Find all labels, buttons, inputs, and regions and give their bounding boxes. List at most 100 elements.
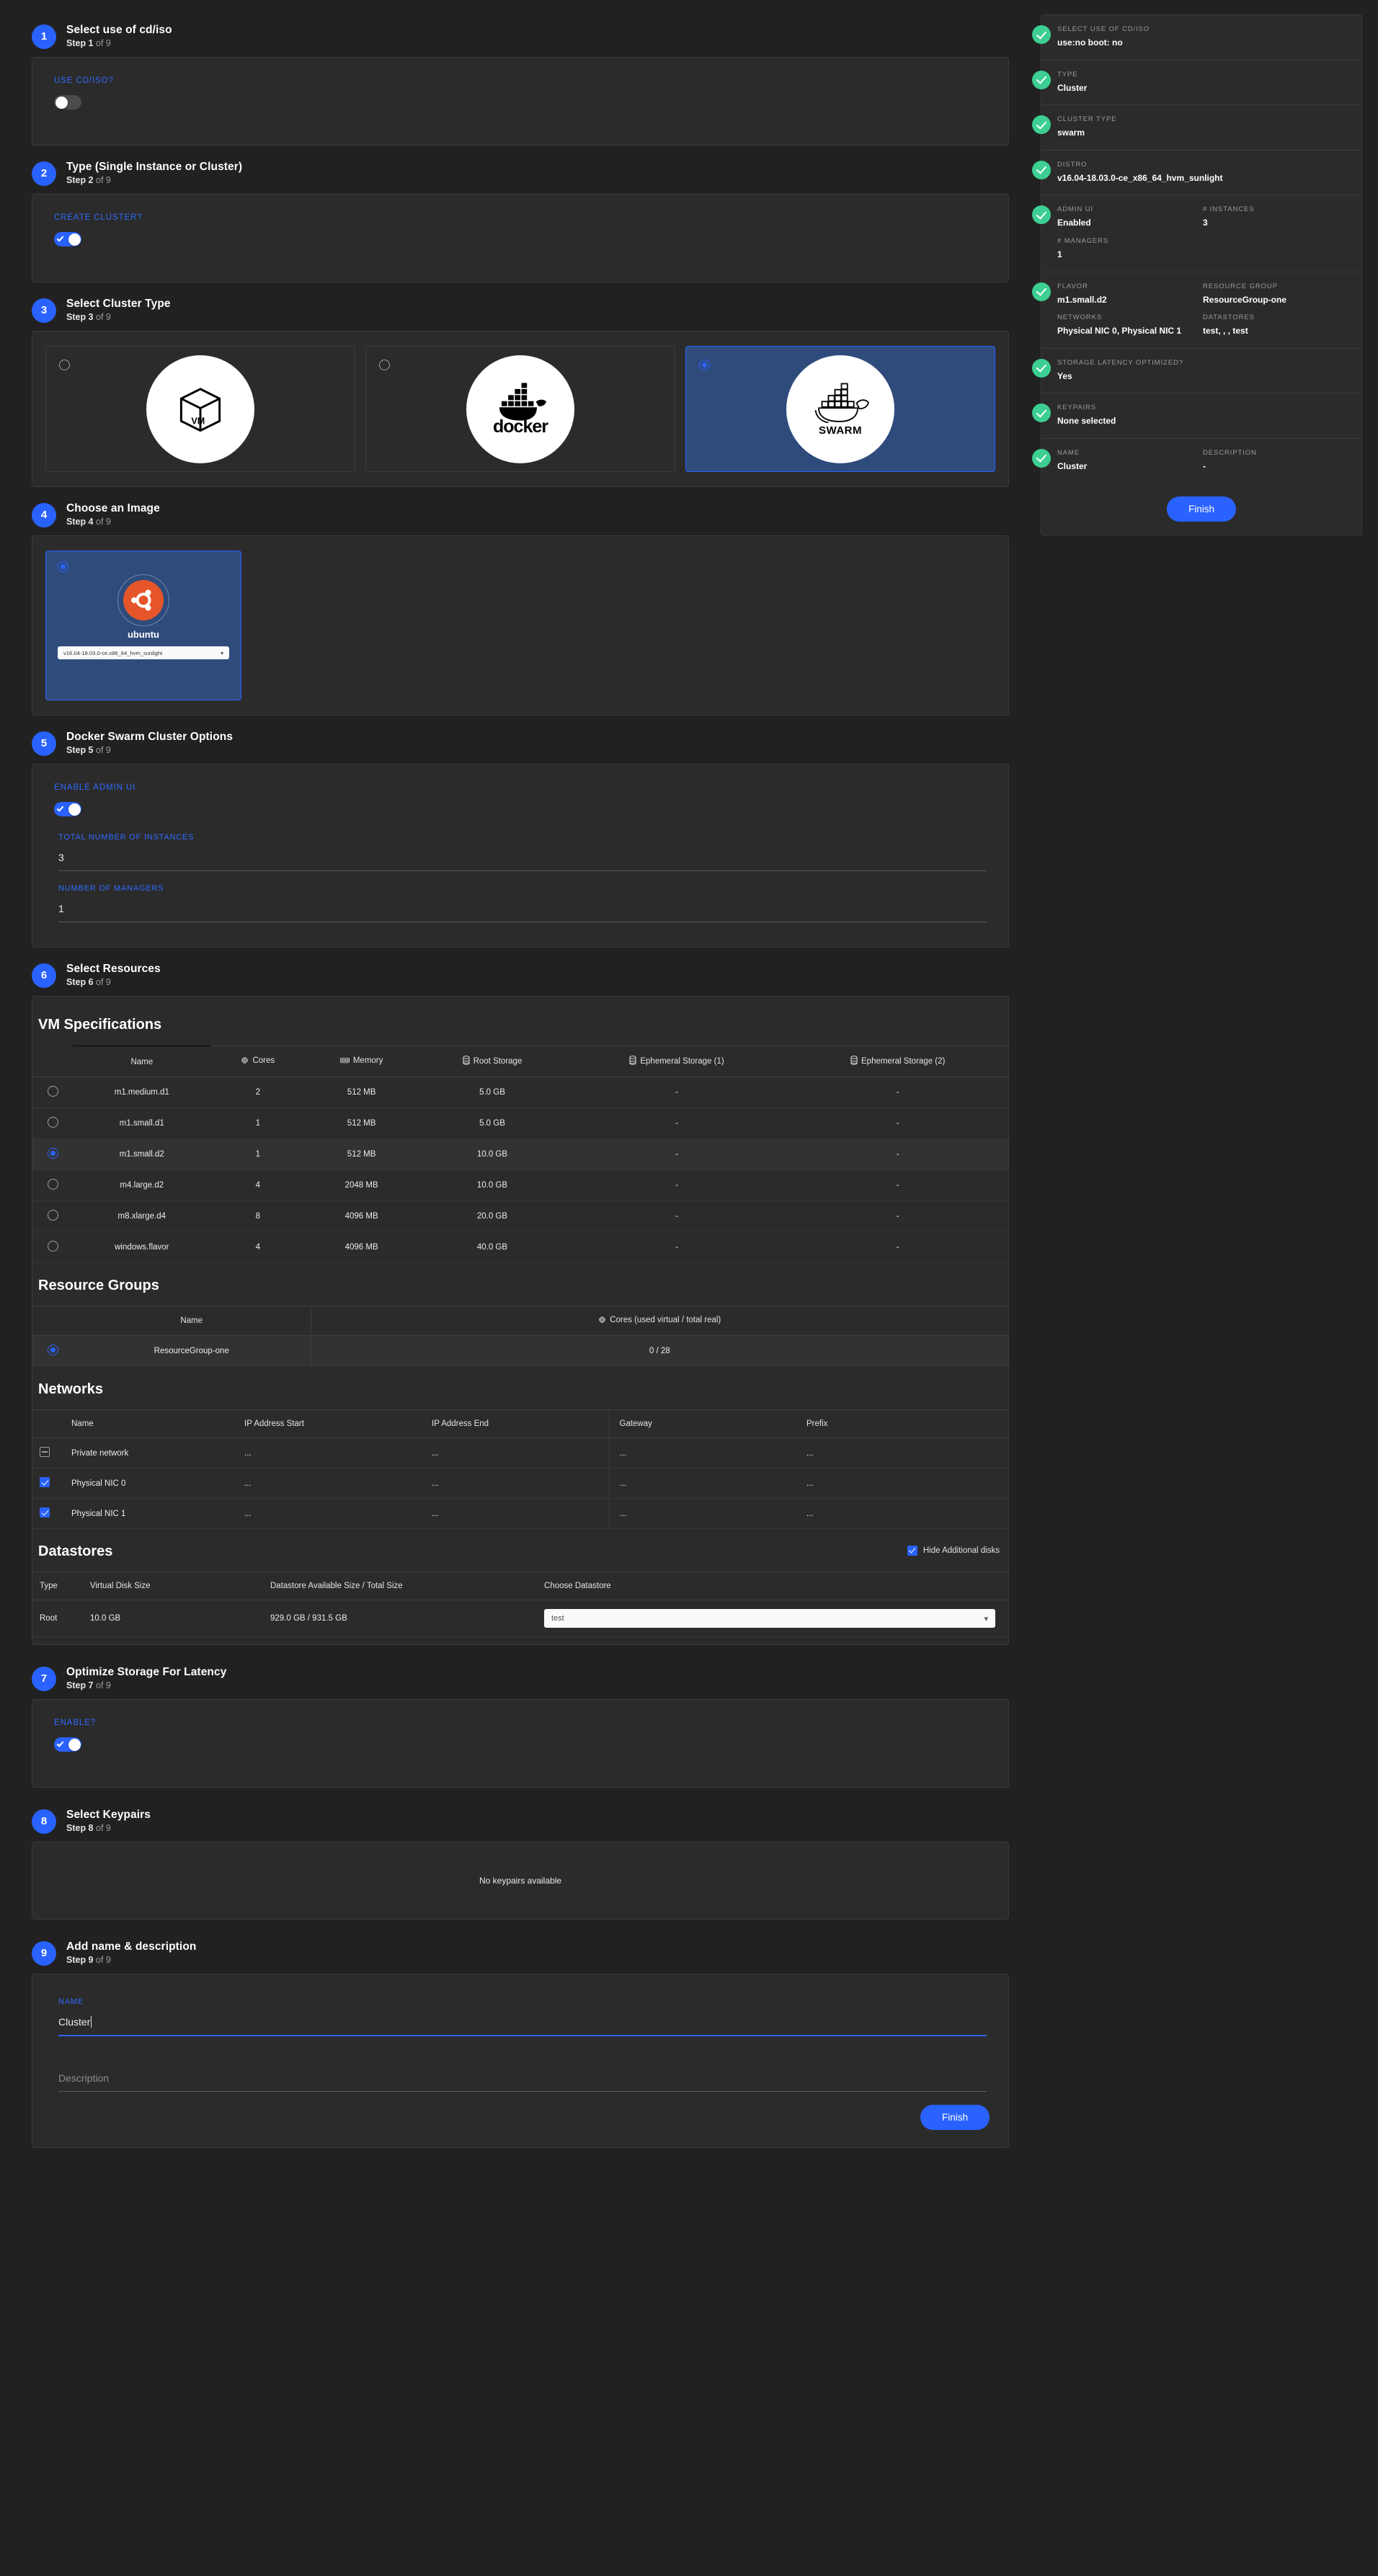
vm-spec-radio[interactable] xyxy=(47,1241,58,1252)
cluster-type-radio-swarm[interactable] xyxy=(699,360,710,370)
image-card-ubuntu[interactable]: ubuntu v16.04-18.03.0-ce.x86_64_hvm_sunl… xyxy=(45,551,241,700)
cluster-type-radio-vm[interactable] xyxy=(59,360,70,370)
table-row[interactable]: Physical NIC 0............ xyxy=(32,1468,1008,1499)
row-radio-cell[interactable] xyxy=(32,1138,73,1170)
cluster-name-field[interactable]: NAME Cluster xyxy=(54,1997,987,2036)
row-radio-cell[interactable] xyxy=(32,1107,73,1139)
table-row[interactable]: m8.xlarge.d4 8 4096 MB 20.0 GB - - xyxy=(32,1200,1008,1232)
cluster-type-radio-docker[interactable] xyxy=(379,360,390,370)
hide-additional-disks-checkbox[interactable] xyxy=(907,1545,917,1556)
total-instances-field[interactable]: TOTAL NUMBER OF INSTANCES 3 xyxy=(54,833,987,871)
th-ephemeral-1[interactable]: Ephemeral Storage (1) xyxy=(566,1046,788,1077)
cluster-description-field[interactable]: Description xyxy=(54,2062,987,2092)
th-memory[interactable]: Memory xyxy=(305,1046,419,1077)
toggle-knob xyxy=(68,803,81,816)
step-8-subtitle: Step 8 of 9 xyxy=(66,1823,111,1834)
cell-ds-available: 929.0 GB / 931.5 GB xyxy=(263,1600,537,1637)
row-checkbox-cell[interactable] xyxy=(32,1468,61,1499)
row-checkbox-cell[interactable] xyxy=(32,1438,61,1469)
step-7-subtitle: Step 7 of 9 xyxy=(66,1680,111,1691)
docker-logo: docker xyxy=(466,355,574,463)
th-ds-disk: Virtual Disk Size xyxy=(83,1572,263,1600)
th-net-name[interactable]: Name xyxy=(61,1409,234,1438)
image-radio-ubuntu[interactable] xyxy=(58,561,68,572)
table-row[interactable]: Private network............ xyxy=(32,1438,1008,1469)
choose-datastore-value: test xyxy=(551,1614,564,1623)
th-ds-choose: Choose Datastore xyxy=(537,1572,1008,1600)
vm-spec-radio[interactable] xyxy=(47,1086,58,1097)
row-radio-cell[interactable] xyxy=(32,1200,73,1232)
vm-spec-radio[interactable] xyxy=(47,1148,58,1159)
step-9-subtitle: Step 9 of 9 xyxy=(66,1955,111,1966)
th-cores[interactable]: Cores xyxy=(210,1046,306,1077)
cell-ephemeral-2: - xyxy=(787,1107,1008,1139)
th-ip-end[interactable]: IP Address End xyxy=(422,1409,610,1438)
number-of-managers-value[interactable]: 1 xyxy=(58,893,987,922)
summary-row[interactable]: CLUSTER TYPE swarm xyxy=(1032,105,1361,151)
th-gateway[interactable]: Gateway xyxy=(609,1409,796,1438)
th-ephemeral-2[interactable]: Ephemeral Storage (2) xyxy=(787,1046,1008,1077)
table-row[interactable]: Physical NIC 1............ xyxy=(32,1498,1008,1529)
table-row[interactable]: ResourceGroup-one 0 / 28 xyxy=(32,1335,1008,1367)
cell-ephemeral-1: - xyxy=(566,1169,788,1201)
table-row[interactable]: m4.large.d2 4 2048 MB 10.0 GB - - xyxy=(32,1169,1008,1201)
summary-row[interactable]: DISTRO v16.04-18.03.0-ce_x86_64_hvm_sunli… xyxy=(1032,151,1361,196)
number-of-managers-field[interactable]: NUMBER OF MANAGERS 1 xyxy=(54,884,987,922)
cluster-description-input[interactable]: Description xyxy=(58,2062,987,2092)
choose-datastore-select[interactable]: test ▾ xyxy=(544,1609,995,1628)
vm-spec-radio[interactable] xyxy=(47,1179,58,1190)
finish-button-summary[interactable]: Finish xyxy=(1166,496,1236,522)
optimize-storage-toggle[interactable] xyxy=(54,1737,81,1752)
th-prefix[interactable]: Prefix xyxy=(796,1409,1008,1438)
row-radio-cell[interactable] xyxy=(32,1231,73,1263)
table-row[interactable]: m1.small.d1 1 512 MB 5.0 GB - - xyxy=(32,1107,1008,1139)
summary-row[interactable]: SELECT USE OF CD/ISO use:no boot: no xyxy=(1032,15,1361,61)
summary-row[interactable]: ADMIN UI Enabled # MANAGERS 1 # INSTANCES 3 xyxy=(1032,195,1361,272)
th-rg-cores[interactable]: Cores (used virtual / total real) xyxy=(311,1306,1008,1336)
hide-additional-disks-toggle[interactable]: Hide Additional disks xyxy=(907,1545,1000,1556)
network-checkbox[interactable] xyxy=(40,1447,50,1457)
enable-admin-ui-toggle[interactable] xyxy=(54,802,81,816)
create-cluster-toggle[interactable] xyxy=(54,232,81,246)
networks-heading: Networks xyxy=(38,1381,104,1397)
row-radio-cell[interactable] xyxy=(32,1077,73,1108)
summary-row[interactable]: NAME Cluster DESCRIPTION - xyxy=(1032,439,1361,483)
step-6-card: VM Specifications Name Cores Memory Root… xyxy=(32,996,1009,1645)
cluster-name-input[interactable]: Cluster xyxy=(58,2006,987,2036)
cpu-icon xyxy=(598,1316,606,1326)
th-root-storage[interactable]: Root Storage xyxy=(418,1046,566,1077)
step-1-card: USE CD/ISO? xyxy=(32,57,1009,146)
table-header-row: Name Cores (used virtual / total real) xyxy=(32,1306,1008,1336)
finish-button-bottom[interactable]: Finish xyxy=(920,2105,990,2130)
resource-group-radio[interactable] xyxy=(47,1345,58,1355)
image-version-select[interactable]: v16.04-18.03.0-ce.x86_64_hvm_sunlight ▾ xyxy=(58,646,229,659)
table-row[interactable]: m1.small.d2 1 512 MB 10.0 GB - - xyxy=(32,1138,1008,1170)
cell-ds-choose[interactable]: test ▾ xyxy=(537,1600,1008,1637)
cell-memory: 512 MB xyxy=(305,1077,419,1108)
row-radio-cell[interactable] xyxy=(32,1335,73,1367)
wizard-page: 1 Select use of cd/iso Step 1 of 9 USE C… xyxy=(0,0,1378,2576)
table-row[interactable]: windows.flavor 4 4096 MB 40.0 GB - - xyxy=(32,1231,1008,1263)
vm-spec-radio[interactable] xyxy=(47,1210,58,1221)
summary-value: None selected xyxy=(1057,416,1116,427)
th-ip-start[interactable]: IP Address Start xyxy=(234,1409,422,1438)
summary-row[interactable]: KEYPAIRS None selected xyxy=(1032,393,1361,439)
cluster-type-card-swarm[interactable]: SWARM xyxy=(685,346,995,472)
use-cd-iso-toggle[interactable] xyxy=(54,95,81,110)
row-radio-cell[interactable] xyxy=(32,1169,73,1201)
total-instances-value[interactable]: 3 xyxy=(58,842,987,871)
summary-row[interactable]: TYPE Cluster xyxy=(1032,61,1361,106)
cluster-type-card-docker[interactable]: docker xyxy=(365,346,675,472)
summary-row[interactable]: STORAGE LATENCY OPTIMIZED? Yes xyxy=(1032,349,1361,394)
cluster-type-card-vm[interactable]: VM xyxy=(45,346,355,472)
th-name[interactable]: Name xyxy=(73,1045,211,1077)
summary-row[interactable]: FLAVOR m1.small.d2 NETWORKS Physical NIC 0,… xyxy=(1032,272,1361,349)
row-checkbox-cell[interactable] xyxy=(32,1498,61,1529)
th-rg-name[interactable]: Name xyxy=(73,1306,311,1336)
step-5-number: 5 xyxy=(32,731,56,756)
network-checkbox[interactable] xyxy=(40,1507,50,1517)
network-checkbox[interactable] xyxy=(40,1477,50,1487)
step-1: 1 Select use of cd/iso Step 1 of 9 USE C… xyxy=(16,14,1009,146)
table-row[interactable]: m1.medium.d1 2 512 MB 5.0 GB - - xyxy=(32,1077,1008,1108)
vm-spec-radio[interactable] xyxy=(47,1117,58,1128)
